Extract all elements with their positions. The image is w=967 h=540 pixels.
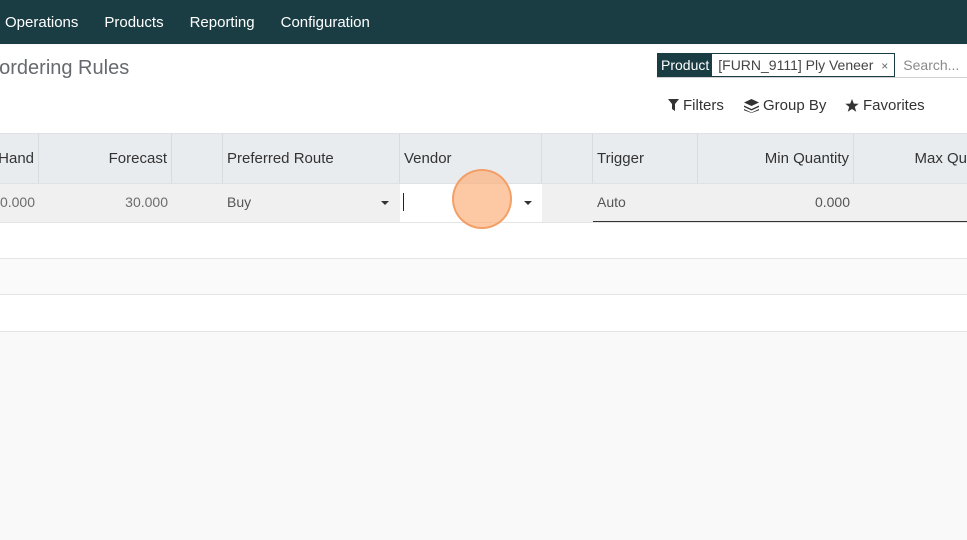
top-navbar: Operations Products Reporting Configurat…	[0, 0, 967, 44]
text-cursor	[403, 193, 404, 211]
column-spacer-2	[542, 134, 593, 183]
control-panel: eordering Rules Product [FURN_9111] Ply …	[0, 45, 967, 134]
column-max-quantity[interactable]: Max Qu	[854, 134, 967, 183]
column-preferred-route[interactable]: Preferred Route	[223, 134, 400, 183]
star-icon	[845, 98, 859, 112]
preferred-route-select[interactable]: Buy	[223, 184, 400, 222]
layers-icon	[744, 98, 759, 113]
group-by-button[interactable]: Group By	[744, 97, 826, 114]
cell-forecast: 30.000	[125, 194, 168, 210]
search-input[interactable]	[901, 56, 967, 74]
column-on-hand[interactable]: Hand	[0, 134, 39, 183]
column-spacer	[172, 134, 223, 183]
search-facet-value-text: [FURN_9111] Ply Veneer	[718, 57, 874, 73]
favorites-label: Favorites	[863, 97, 925, 114]
empty-row	[0, 295, 967, 332]
chevron-down-icon[interactable]	[524, 201, 532, 205]
menu-operations[interactable]: Operations	[0, 14, 84, 31]
filters-button[interactable]: Filters	[668, 97, 724, 114]
menu-products[interactable]: Products	[98, 14, 169, 31]
search-facet: Product [FURN_9111] Ply Veneer ×	[657, 53, 896, 77]
filters-label: Filters	[683, 97, 724, 114]
min-quantity-input[interactable]: 0.000	[698, 184, 854, 222]
click-indicator	[452, 169, 512, 229]
trigger-select[interactable]: Auto	[593, 184, 698, 222]
page-title: eordering Rules	[0, 57, 130, 79]
menu-reporting[interactable]: Reporting	[184, 14, 261, 31]
column-trigger[interactable]: Trigger	[593, 134, 698, 183]
empty-row	[0, 259, 967, 295]
chevron-down-icon[interactable]	[381, 201, 389, 205]
column-forecast[interactable]: Forecast	[39, 134, 172, 183]
search-facet-value: [FURN_9111] Ply Veneer ×	[712, 54, 895, 76]
menu-configuration[interactable]: Configuration	[275, 14, 376, 31]
search-facet-label: Product	[658, 54, 713, 76]
facet-remove-icon[interactable]: ×	[881, 59, 888, 73]
preferred-route-value: Buy	[227, 194, 252, 210]
column-min-quantity[interactable]: Min Quantity	[698, 134, 854, 183]
filter-icon	[668, 99, 679, 111]
favorites-button[interactable]: Favorites	[845, 97, 925, 114]
group-by-label: Group By	[763, 97, 827, 114]
field-underline	[593, 221, 967, 222]
search-bar: Product [FURN_9111] Ply Veneer ×	[657, 53, 967, 78]
cell-on-hand: 0.000	[0, 194, 35, 210]
